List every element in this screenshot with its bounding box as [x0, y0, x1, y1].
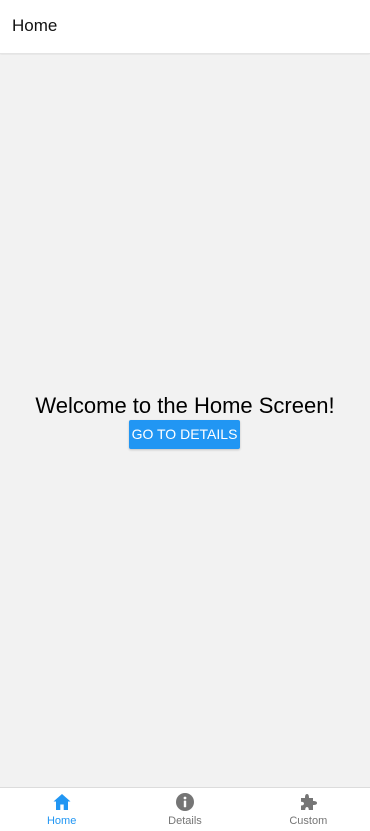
- welcome-text: Welcome to the Home Screen!: [35, 393, 335, 418]
- puzzle-icon: [298, 792, 318, 812]
- info-icon: [175, 792, 195, 812]
- tab-custom-label: Custom: [289, 815, 328, 827]
- tab-custom[interactable]: Custom: [247, 788, 370, 831]
- page-title: Home: [12, 16, 58, 35]
- tab-details-label: Details: [168, 815, 202, 827]
- home-screen-content: Welcome to the Home Screen! GO TO DETAIL…: [0, 55, 370, 787]
- tab-home-label: Home: [46, 815, 77, 827]
- home-icon: [52, 792, 72, 812]
- tab-home[interactable]: Home: [0, 788, 123, 831]
- tab-details[interactable]: Details: [123, 788, 246, 831]
- app-header: Home: [0, 0, 370, 54]
- go-to-details-button[interactable]: GO TO DETAILS: [129, 420, 240, 449]
- bottom-tab-bar: Home Details Custom: [0, 787, 370, 831]
